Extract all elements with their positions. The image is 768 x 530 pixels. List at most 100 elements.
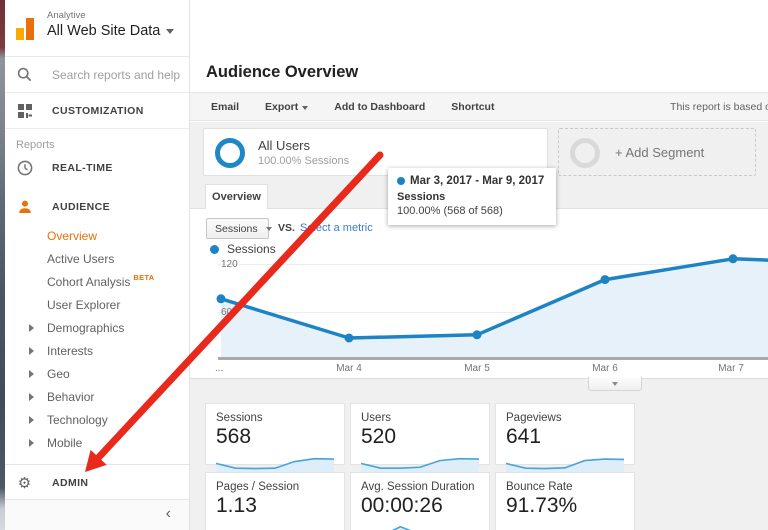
property-selector[interactable]: All Web Site Data [47,23,175,39]
metric-sparkline [216,520,334,530]
sidebar-item-label: Interests [47,343,94,358]
sidebar-item-label: Mobile [47,435,83,450]
sidebar-item-admin[interactable]: ⚙ ADMIN [5,464,189,501]
metric-label: Avg. Session Duration [361,481,475,493]
account-header[interactable]: Analytive All Web Site Data [5,0,189,57]
tab-overview[interactable]: Overview [205,184,268,209]
search-placeholder: Search reports and help [52,67,181,82]
metric-value: 641 [506,425,542,448]
sidebar-item-cohort-analysis[interactable]: Cohort Analysis BETA [5,270,189,293]
action-toolbar: Email Export Add to Dashboard Shortcut T… [190,92,768,121]
expand-arrow-icon[interactable] [29,392,34,401]
metric-sparkline [506,458,624,473]
add-segment-donut-icon [570,138,600,168]
collapse-sidebar-icon[interactable]: ‹ [166,505,171,523]
metric-value: 520 [361,425,397,448]
segment-donut-icon [215,138,245,168]
data-point[interactable] [472,330,482,340]
analytics-logo-icon [16,14,38,40]
tooltip-value: 100.00% (568 of 568) [397,205,503,217]
data-point[interactable] [728,254,738,264]
sidebar-item-overview[interactable]: Overview [5,224,189,247]
search-icon [16,67,33,82]
sidebar-item-label: Behavior [47,389,95,404]
beta-badge: BETA [133,273,155,282]
metric-card-pageviews[interactable]: Pageviews 641 [495,403,635,473]
reports-section-label: Reports [16,139,55,151]
x-axis-bar [218,357,768,360]
metric-card-users[interactable]: Users 520 [350,403,490,473]
x-axis-labels: ... Mar 4 Mar 5 Mar 6 Mar 7 [215,363,744,374]
sidebar-item-interests[interactable]: Interests [5,339,189,362]
search-bar[interactable]: Search reports and help [5,57,189,93]
chart-tooltip: Mar 3, 2017 - Mar 9, 2017 Sessions 100.0… [388,168,556,225]
sidebar-item-demographics[interactable]: Demographics [5,316,189,339]
data-point[interactable] [600,275,610,285]
add-segment-button[interactable]: + Add Segment [558,128,756,176]
shortcut-button[interactable]: Shortcut [451,101,494,113]
main-area: Audience Overview Email Export Add to Da… [190,0,768,530]
sidebar-item-label: Overview [47,228,98,243]
metric-card-bounce-rate[interactable]: Bounce Rate 91.73% [495,472,635,530]
sessions-line-chart[interactable] [190,209,768,380]
sidebar-item-label: Technology [47,412,108,427]
sidebar-item-label: Active Users [47,251,115,266]
data-point[interactable] [216,294,226,304]
segment-detail: 100.00% Sessions [258,155,350,167]
sidebar-item-customization[interactable]: CUSTOMIZATION [5,93,189,129]
y-axis-tick-120: 120 [221,259,238,270]
chevron-down-icon [612,381,618,386]
sidebar-item-active-users[interactable]: Active Users [5,247,189,270]
metric-card-sessions[interactable]: Sessions 568 [205,403,345,473]
expand-arrow-icon[interactable] [29,438,34,447]
metric-card-pages-per-session[interactable]: Pages / Session 1.13 [205,472,345,530]
chart-expand-tab[interactable] [588,377,642,391]
metric-value: 00:00:26 [361,494,443,517]
report-basis-notice: This report is based o [670,101,768,113]
metric-value: 1.13 [216,494,257,517]
metric-value: 91.73% [506,494,578,517]
audience-subnav: Overview Active Users Cohort Analysis BETA U… [5,224,189,454]
sidebar-item-label: User Explorer [47,297,121,312]
sidebar-item-label: Cohort Analysis [47,274,131,289]
expand-arrow-icon[interactable] [29,346,34,355]
tooltip-date-range: Mar 3, 2017 - Mar 9, 2017 [410,175,545,187]
sidebar-item-geo[interactable]: Geo [5,362,189,385]
sidebar-item-behavior[interactable]: Behavior [5,385,189,408]
expand-arrow-icon[interactable] [29,415,34,424]
metric-label: Users [361,412,392,424]
chevron-down-icon [302,105,309,110]
report-content: All Users 100.00% Sessions + Add Segment… [190,122,768,530]
metric-label: Pages / Session [216,481,300,493]
audience-person-icon [16,199,33,215]
chart-panel: Sessions VS. Select a metric Sessions 12… [190,208,768,379]
chevron-down-icon [166,28,175,34]
metric-sparkline [391,525,411,530]
expand-arrow-icon[interactable] [29,323,34,332]
metric-sparkline [506,520,624,530]
gear-icon: ⚙ [17,475,32,492]
export-button[interactable]: Export [265,101,309,113]
sidebar-item-audience[interactable]: AUDIENCE [5,194,189,220]
sidebar-item-user-explorer[interactable]: User Explorer [5,293,189,316]
tooltip-metric: Sessions [397,191,446,203]
sidebar-item-mobile[interactable]: Mobile [5,431,189,454]
sidebar-footer: ‹ [5,499,189,530]
tooltip-series-dot-icon [397,177,405,185]
data-point[interactable] [344,333,354,343]
clock-icon [16,160,33,176]
segment-name: All Users [258,138,311,153]
expand-arrow-icon[interactable] [29,369,34,378]
sidebar-item-real-time[interactable]: REAL-TIME [5,155,189,181]
account-name: Analytive [47,10,86,21]
sidebar-item-technology[interactable]: Technology [5,408,189,431]
metric-card-avg-session-duration[interactable]: Avg. Session Duration 00:00:26 [350,472,490,530]
metric-label: Sessions [216,412,263,424]
metric-label: Pageviews [506,412,562,424]
email-button[interactable]: Email [211,101,239,113]
add-to-dashboard-button[interactable]: Add to Dashboard [334,101,425,113]
metric-value: 568 [216,425,252,448]
metric-sparkline [361,457,479,473]
customization-icon [16,103,33,118]
sidebar-item-label: Geo [47,366,70,381]
